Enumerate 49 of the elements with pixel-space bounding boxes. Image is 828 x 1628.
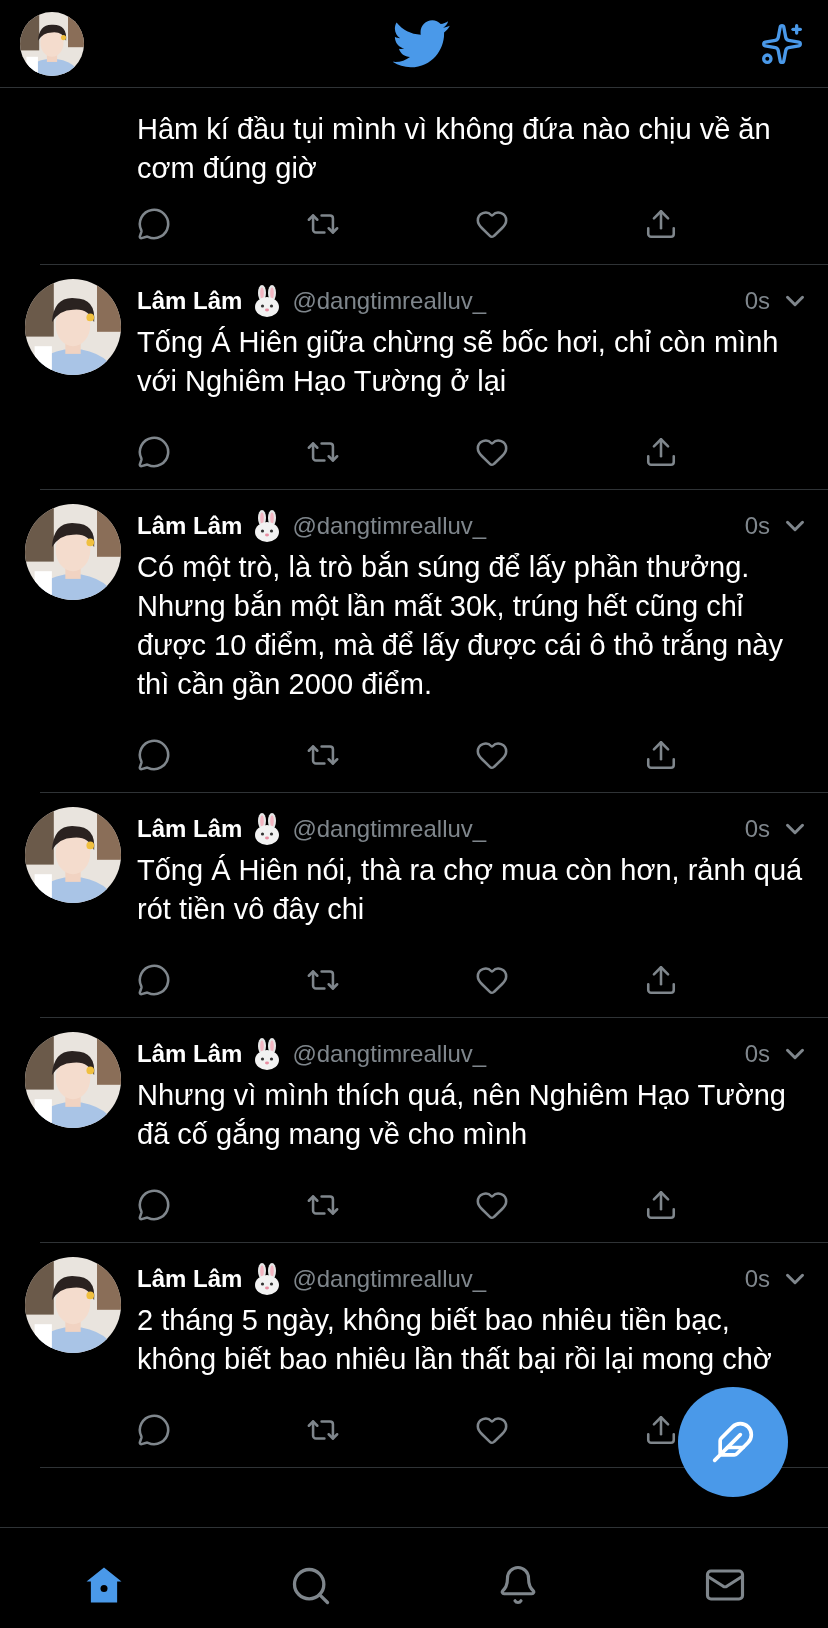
share-button[interactable] bbox=[644, 1188, 678, 1222]
reply-button[interactable] bbox=[137, 1413, 171, 1447]
share-icon bbox=[644, 963, 678, 997]
display-name: Lâm Lâm bbox=[137, 287, 243, 315]
share-icon bbox=[644, 435, 678, 469]
share-button[interactable] bbox=[644, 1413, 678, 1447]
user-handle: @dangtimrealluv_ bbox=[292, 1265, 487, 1293]
share-button[interactable] bbox=[644, 738, 678, 772]
reply-icon bbox=[137, 738, 171, 772]
reply-button[interactable] bbox=[137, 1188, 171, 1222]
tweet-time: 0s bbox=[744, 512, 770, 540]
display-name: Lâm Lâm bbox=[137, 815, 243, 843]
user-handle: @dangtimrealluv_ bbox=[292, 1040, 487, 1068]
user-handle: @dangtimrealluv_ bbox=[292, 512, 487, 540]
reply-icon bbox=[137, 1188, 171, 1222]
share-button[interactable] bbox=[644, 963, 678, 997]
share-icon bbox=[644, 738, 678, 772]
share-button[interactable] bbox=[644, 435, 678, 469]
share-icon bbox=[644, 1188, 678, 1222]
reply-button[interactable] bbox=[137, 963, 171, 997]
sparkle-icon bbox=[760, 21, 804, 66]
display-name: Lâm Lâm bbox=[137, 512, 243, 540]
reply-button[interactable] bbox=[137, 435, 171, 469]
tweet-time: 0s bbox=[744, 287, 770, 315]
reply-icon bbox=[137, 435, 171, 469]
sparkle-button[interactable] bbox=[760, 21, 804, 66]
reply-icon bbox=[137, 963, 171, 997]
tweet-time: 0s bbox=[744, 1040, 770, 1068]
share-icon bbox=[644, 1413, 678, 1447]
reply-button[interactable] bbox=[137, 207, 171, 241]
share-icon bbox=[644, 207, 678, 241]
display-name: Lâm Lâm bbox=[137, 1265, 243, 1293]
tweet-text: Tống Á Hiên nói, thà ra chợ mua còn hơn, rảnh quá rót tiền vô đây chi bbox=[137, 853, 804, 927]
tweet-time: 0s bbox=[744, 815, 770, 843]
tweet-time: 0s bbox=[744, 1265, 770, 1293]
feather-icon bbox=[711, 1420, 755, 1464]
tweet-text: Tống Á Hiên giữa chừng sẽ bốc hơi, chỉ còn mình với Nghiêm Hạo Tường ở lại bbox=[137, 325, 780, 399]
share-button[interactable] bbox=[644, 207, 678, 241]
reply-icon bbox=[137, 1413, 171, 1447]
tweet-text: Hâm kí đầu tụi mình vì không đứa nào chịu về ăn cơm đúng giờ bbox=[137, 112, 772, 186]
tweet-text: Nhưng vì mình thích quá, nên Nghiêm Hạo Tường đã cố gắng mang về cho mình bbox=[137, 1078, 787, 1152]
bird-logo bbox=[393, 19, 451, 68]
user-handle: @dangtimrealluv_ bbox=[292, 815, 487, 843]
user-handle: @dangtimrealluv_ bbox=[292, 287, 487, 315]
display-name: Lâm Lâm bbox=[137, 1040, 243, 1068]
reply-button[interactable] bbox=[137, 738, 171, 772]
tweet-text: Có một trò, là trò bắn súng để lấy phần thưởng. Nhưng bắn một lần mất 30k, trúng hết cũng chỉ được 10 điểm, mà để lấy được cái ô thỏ trắng này thì cần gần 2000 điểm. bbox=[137, 550, 784, 702]
tweet-text: 2 tháng 5 ngày, không biết bao nhiêu tiền bạc, không biết bao nhiêu lần thất bại rồi lại mong chờ bbox=[137, 1303, 773, 1377]
reply-icon bbox=[137, 207, 171, 241]
